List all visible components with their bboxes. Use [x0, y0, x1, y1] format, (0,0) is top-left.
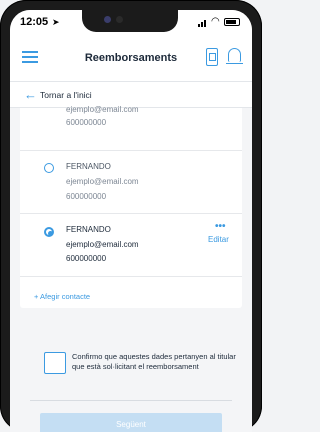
- divider: [20, 213, 242, 214]
- divider: [20, 150, 242, 151]
- location-arrow-icon: ➤: [52, 17, 60, 27]
- divider: [20, 276, 242, 277]
- wifi-icon: ◠: [211, 16, 220, 27]
- confirm-checkbox[interactable]: [44, 352, 66, 374]
- edit-contact-button[interactable]: Editar: [208, 235, 229, 244]
- status-bar: 12:05 ➤ ◠: [10, 10, 252, 36]
- document-icon[interactable]: [206, 48, 218, 66]
- contact-name: FERNANDO: [66, 162, 111, 171]
- back-label[interactable]: Tornar a l'inici: [40, 90, 92, 100]
- bell-icon[interactable]: [226, 48, 243, 64]
- notch: [82, 10, 178, 32]
- contact-radio[interactable]: [44, 163, 54, 173]
- add-contact-link[interactable]: + Afegir contacte: [34, 292, 90, 301]
- sensor-icon: [116, 16, 123, 23]
- more-options-icon[interactable]: •••: [215, 221, 226, 232]
- contact-phone: 600000000: [66, 254, 107, 263]
- divider: [30, 400, 232, 401]
- confirm-text: Confirmo que aquestes dades pertanyen al…: [72, 352, 236, 371]
- contact-phone: 600000000: [66, 192, 107, 201]
- battery-icon: [224, 18, 240, 26]
- contact-name: FERNANDO: [66, 225, 111, 234]
- status-time: 12:05: [20, 16, 49, 28]
- contact-phone: 600000000: [66, 118, 107, 127]
- contact-email: ejemplo@email.com: [66, 105, 139, 114]
- contact-email: ejemplo@email.com: [66, 240, 139, 249]
- signal-icon: [198, 19, 208, 27]
- contacts-card: ejemplo@email.com 600000000 FERNANDO eje…: [20, 105, 242, 308]
- back-arrow-icon[interactable]: ←: [24, 87, 37, 102]
- contact-radio-selected[interactable]: [44, 227, 54, 237]
- camera-icon: [104, 16, 111, 23]
- next-button[interactable]: Següent: [40, 413, 222, 432]
- app-header: Reemborsaments: [10, 36, 252, 82]
- screen: 12:05 ➤ ◠ Reemborsaments ← Tornar a l'in…: [10, 10, 252, 432]
- phone-frame: 12:05 ➤ ◠ Reemborsaments ← Tornar a l'in…: [0, 0, 262, 432]
- contact-email: ejemplo@email.com: [66, 177, 139, 186]
